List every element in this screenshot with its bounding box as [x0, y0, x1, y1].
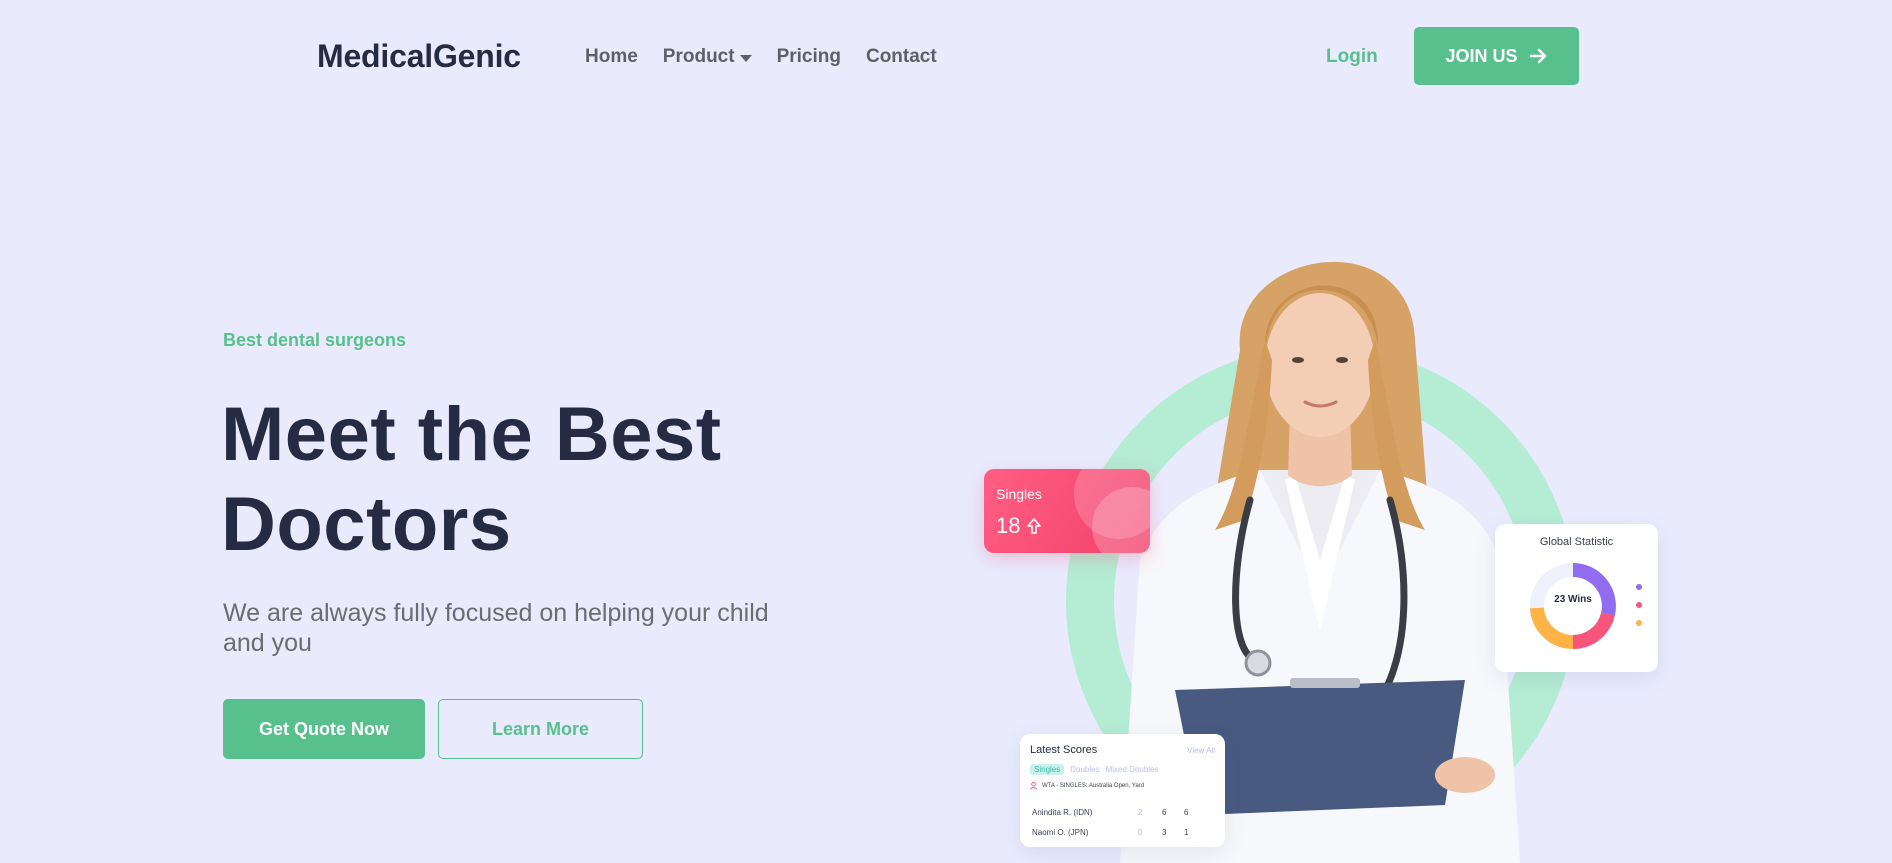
scores-event: WTA - SINGLES: Australia Open, Yard — [1030, 782, 1144, 790]
tab-singles[interactable]: Singles — [1030, 764, 1065, 775]
menu-item-contact[interactable]: Contact — [866, 46, 937, 68]
login-link[interactable]: Login — [1326, 46, 1378, 68]
menu-item-product[interactable]: Product — [663, 46, 752, 68]
caret-down-icon — [739, 54, 752, 62]
top-navigation: MedicalGenic Home Product Pricing Contac… — [0, 0, 1892, 114]
arrow-up-icon — [1027, 518, 1042, 534]
brand-logo[interactable]: MedicalGenic — [317, 38, 521, 75]
scores-title: Latest Scores — [1030, 744, 1098, 756]
score-set-3: 6 — [1184, 808, 1189, 817]
menu-item-pricing[interactable]: Pricing — [777, 46, 841, 68]
tab-doubles[interactable]: Doubles — [1070, 764, 1099, 775]
hero-tagline: Best dental surgeons — [223, 330, 407, 350]
scores-event-label: WTA - SINGLES: Australia Open, Yard — [1042, 783, 1145, 789]
stat-title: Global Statistic — [1539, 536, 1614, 548]
menu-item-label: Contact — [865, 46, 937, 67]
legend-dot-purple — [1636, 584, 1642, 590]
hero-headline: Meet the Best Doctors — [221, 390, 821, 570]
table-row: Naomi O. (JPN) 0 3 1 — [1032, 828, 1217, 837]
headline-line-1: Meet the Best — [221, 392, 722, 477]
headline-line-2: Doctors — [221, 482, 512, 567]
latest-scores-card: Latest Scores View All Singles Doubles M… — [1020, 734, 1225, 847]
score-set-2: 6 — [1162, 808, 1167, 817]
join-us-label: JOIN US — [1445, 45, 1518, 66]
donut-chart — [1530, 563, 1616, 650]
table-row: Anindita R. (IDN) 2 6 6 — [1032, 808, 1217, 817]
legend-dot-orange — [1636, 620, 1642, 626]
arrow-right-icon — [1529, 48, 1546, 64]
player-name: Naomi O. (JPN) — [1032, 828, 1089, 837]
scores-tabs: Singles Doubles Mixed Doubles — [1030, 764, 1159, 775]
legend-dot-pink — [1636, 602, 1642, 608]
main-menu: Home Product Pricing Contact — [585, 46, 937, 68]
score-set-3: 1 — [1184, 828, 1189, 837]
menu-item-label: Product — [662, 46, 735, 67]
join-us-button[interactable]: JOIN US — [1414, 27, 1579, 85]
tab-mixed-doubles[interactable]: Mixed Doubles — [1106, 764, 1159, 775]
singles-card: Singles 18 — [984, 469, 1150, 553]
player-name: Anindita R. (IDN) — [1032, 808, 1093, 817]
stat-center-label: 23 Wins — [1554, 594, 1592, 605]
score-set-1: 0 — [1138, 828, 1143, 837]
menu-item-label: Pricing — [776, 46, 841, 67]
singles-value-row: 18 — [996, 513, 1042, 539]
learn-more-button[interactable]: Learn More — [438, 699, 643, 759]
get-quote-button[interactable]: Get Quote Now — [223, 699, 425, 759]
score-set-2: 3 — [1162, 828, 1167, 837]
global-statistic-card: Global Statistic 23 Wins — [1495, 524, 1658, 672]
singles-label: Singles — [996, 486, 1042, 502]
menu-item-home[interactable]: Home — [585, 46, 638, 68]
menu-item-label: Home — [585, 46, 638, 67]
user-icon — [1030, 782, 1037, 790]
singles-value: 18 — [996, 513, 1021, 538]
hero-subtext: We are always fully focused on helping y… — [223, 599, 769, 657]
view-all-link[interactable]: View All — [1187, 746, 1215, 755]
score-set-1: 2 — [1138, 808, 1143, 817]
